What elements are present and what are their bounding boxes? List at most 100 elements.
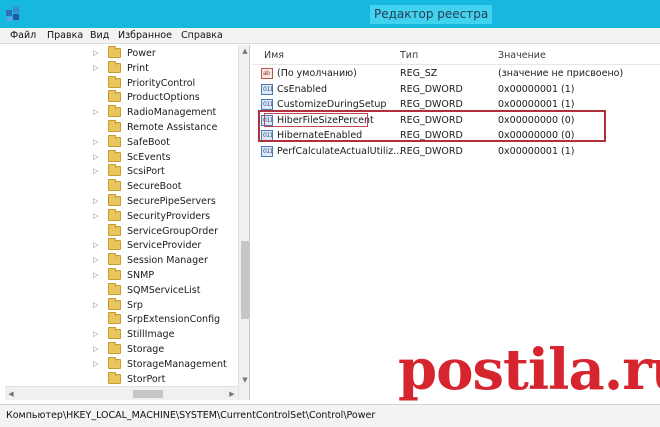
key-path: Компьютер\HKEY_LOCAL_MACHINE\SYSTEM\Curr…: [6, 410, 376, 421]
value-data: (значение не присвоено): [498, 68, 624, 79]
expand-arrow-icon[interactable]: ▷: [93, 46, 103, 61]
dword-icon: 011: [261, 83, 273, 95]
tree-item-label: RadioManagement: [127, 107, 217, 119]
folder-icon: [108, 120, 121, 132]
tree-item-label: Session Manager: [127, 255, 208, 267]
ab-string-icon: ab: [261, 68, 273, 79]
expand-arrow-icon[interactable]: ▷: [93, 194, 103, 209]
folder-icon: [108, 179, 121, 192]
tree-item[interactable]: ▷ SNMP: [5, 268, 233, 283]
tree-item[interactable]: SQMServiceList: [5, 282, 233, 298]
expand-arrow-icon[interactable]: ▷: [93, 327, 103, 342]
tree-item[interactable]: ▷ Storage: [5, 342, 233, 357]
expand-arrow-icon[interactable]: ▷: [93, 105, 103, 120]
folder-icon: [108, 238, 121, 251]
tree-item[interactable]: ServiceGroupOrder: [5, 223, 233, 239]
tree-item[interactable]: SrpExtensionConfig: [5, 312, 233, 327]
value-type: REG_SZ: [400, 68, 438, 79]
tree-item[interactable]: ▷ SecurityProviders: [5, 208, 233, 224]
folder-icon: [108, 46, 121, 58]
menu-file[interactable]: Файл: [10, 29, 36, 43]
tree-item[interactable]: ▷ SafeBoot: [5, 134, 233, 150]
expand-arrow-icon[interactable]: ▷: [93, 298, 103, 313]
key-tree[interactable]: ▷ Power ▷ Print PriorityControl ProductOption…: [5, 45, 250, 400]
menu-help[interactable]: Справка: [181, 29, 223, 43]
tree-item[interactable]: ▷ StillImage: [5, 327, 233, 342]
folder-icon: [108, 105, 121, 118]
tree-item-label: ServiceGroupOrder: [127, 225, 219, 237]
tree-item-label: SNMP: [127, 270, 155, 281]
menu-view[interactable]: Вид: [90, 29, 109, 43]
tree-item-label: SafeBoot: [127, 136, 170, 148]
expand-arrow-icon[interactable]: ▷: [93, 268, 103, 283]
tree-item-label: Power: [127, 48, 156, 59]
menu-favorites[interactable]: Избранное: [118, 29, 172, 43]
value-type: REG_DWORD: [400, 145, 463, 157]
menu-edit[interactable]: Правка: [47, 29, 83, 43]
expand-arrow-icon[interactable]: ▷: [93, 253, 103, 268]
scroll-left-arrow-icon[interactable]: ◀: [5, 387, 17, 400]
scroll-down-arrow-icon[interactable]: ▼: [239, 374, 249, 386]
tree-scroll-thumb[interactable]: [241, 241, 249, 319]
tree-item[interactable]: ▷ ServiceProvider: [5, 238, 233, 253]
value-name: (По умолчанию): [277, 68, 357, 79]
tree-item[interactable]: ▷ RadioManagement: [5, 105, 233, 120]
expand-arrow-icon[interactable]: ▷: [93, 238, 103, 253]
status-bar: Компьютер\HKEY_LOCAL_MACHINE\SYSTEM\Curr…: [0, 404, 660, 427]
folder-icon: [108, 194, 121, 206]
expand-arrow-icon[interactable]: ▷: [93, 209, 103, 224]
tree-item[interactable]: SecureBoot: [5, 179, 233, 194]
tree-hscroll-thumb[interactable]: [133, 390, 163, 398]
expand-arrow-icon[interactable]: ▷: [93, 164, 103, 179]
tree-item[interactable]: ▷ StorageManagement: [5, 356, 233, 372]
folder-icon: [108, 75, 121, 88]
tree-item[interactable]: PriorityControl: [5, 75, 233, 91]
scroll-up-arrow-icon[interactable]: ▲: [239, 45, 249, 57]
tree-item[interactable]: ▷ Print: [5, 60, 233, 76]
folder-icon: [108, 208, 121, 221]
column-header-data[interactable]: Значение: [498, 49, 546, 63]
tree-item[interactable]: ▷ ScEvents: [5, 149, 233, 165]
column-header-name[interactable]: Имя: [264, 49, 284, 63]
tree-item[interactable]: ▷ Session Manager: [5, 253, 233, 268]
expand-arrow-icon[interactable]: ▷: [93, 357, 103, 372]
folder-icon: [108, 371, 121, 384]
folder-icon: [108, 342, 121, 354]
tree-item-label: ScsiPort: [127, 166, 165, 178]
expand-arrow-icon[interactable]: ▷: [93, 61, 103, 76]
folder-icon: [108, 356, 121, 369]
value-row[interactable]: 011 PerfCalculateActualUtiliz... REG_DWORD…: [252, 144, 660, 159]
tree-item[interactable]: ProductOptions: [5, 90, 233, 105]
tree-item-label: SecureBoot: [127, 181, 182, 193]
tree-horizontal-scrollbar[interactable]: ◀ ▶: [5, 386, 238, 400]
expand-arrow-icon[interactable]: ▷: [93, 150, 103, 165]
value-name: CsEnabled: [277, 83, 327, 95]
folder-icon: [108, 253, 121, 266]
value-row[interactable]: ab (По умолчанию) REG_SZ (значение не присв…: [252, 66, 660, 81]
scroll-right-arrow-icon[interactable]: ▶: [226, 387, 238, 400]
tree-item-label: Srp: [127, 299, 143, 311]
tree-item[interactable]: ▷ ScsiPort: [5, 164, 233, 179]
folder-icon: [108, 149, 121, 162]
tree-item-label: SecurityProviders: [127, 210, 211, 222]
watermark-logo: postila.ru: [398, 337, 660, 403]
dword-icon: 011: [261, 145, 273, 157]
tree-item-label: Remote Assistance: [127, 122, 218, 133]
folder-icon: [108, 223, 121, 236]
tree-item[interactable]: ▷ Power: [5, 46, 233, 61]
tree-vertical-scrollbar[interactable]: ▲ ▼: [238, 45, 249, 400]
tree-item[interactable]: ▷ Srp: [5, 297, 233, 313]
column-header-type[interactable]: Тип: [400, 49, 418, 63]
tree-item[interactable]: ▷ SecurePipeServers: [5, 194, 233, 209]
value-name: PerfCalculateActualUtiliz...: [277, 145, 402, 157]
value-row[interactable]: 011 CsEnabled REG_DWORD 0x00000001 (1): [252, 82, 660, 97]
expand-arrow-icon[interactable]: ▷: [93, 342, 103, 357]
tree-item[interactable]: StorPort: [5, 371, 233, 387]
tree-item-label: Print: [127, 62, 149, 74]
tree-item[interactable]: Remote Assistance: [5, 120, 233, 135]
regedit-icon[interactable]: [5, 6, 21, 22]
menu-bar: Файл Правка Вид Избранное Справка: [0, 28, 660, 44]
value-data: 0x00000001 (1): [498, 83, 575, 95]
dword-icon: 011: [261, 99, 273, 110]
expand-arrow-icon[interactable]: ▷: [93, 135, 103, 150]
